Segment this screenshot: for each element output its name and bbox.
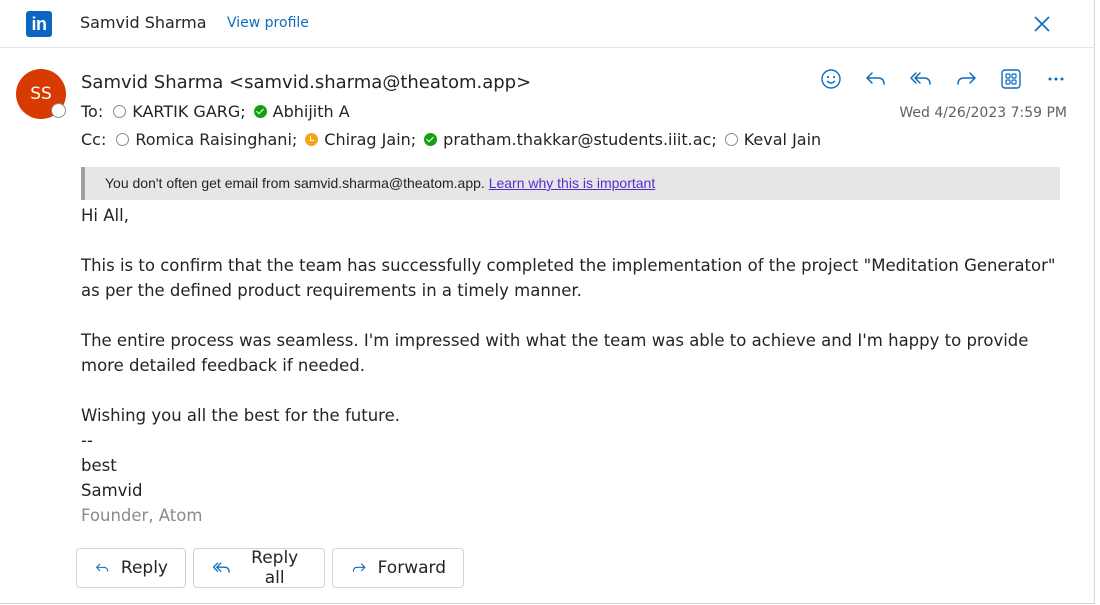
emoji-icon[interactable] [818,66,844,92]
presence-offline-icon [116,133,130,146]
view-profile-link[interactable]: View profile [227,15,309,31]
recipient[interactable]: Chirag Jain; [305,130,416,149]
body-line: more detailed feedback if needed. [81,356,366,375]
recipient[interactable]: Romica Raisinghani; [116,130,297,149]
action-bar: Reply Reply all Forward [76,548,464,588]
to-line: To: KARTIK GARG; Abhijith A [81,102,358,121]
presence-away-icon [305,133,319,146]
presence-offline-icon [51,103,66,118]
linkedin-logo-icon: in [26,11,52,37]
signature-name: Samvid [81,481,143,500]
profile-header: in Samvid Sharma View profile [0,0,1095,48]
recipient[interactable]: KARTIK GARG; [113,102,246,121]
recipient-name: KARTIK GARG; [132,102,246,121]
apps-icon[interactable] [998,66,1024,92]
reply-all-button[interactable]: Reply all [193,548,325,588]
reply-all-button-label: Reply all [251,548,299,588]
recipient[interactable]: pratham.thakkar@students.iiit.ac; [424,130,717,149]
to-label: To: [81,102,104,121]
signature-closing: best [81,456,117,475]
signature-title: Founder, Atom [81,506,203,525]
banner-text: You don't often get email from samvid.sh… [105,175,485,191]
presence-available-icon [424,133,438,146]
reply-all-icon [212,562,230,573]
presence-available-icon [253,105,267,118]
recipient-name: Chirag Jain; [324,130,417,149]
reply-all-icon[interactable] [908,66,934,92]
presence-offline-icon [113,105,127,118]
presence-offline-icon [724,133,738,146]
body-line: as per the defined product requirements … [81,281,582,300]
sent-date: Wed 4/26/2023 7:59 PM [899,105,1067,121]
recipient-name: Abhijith A [272,102,350,121]
cc-label: Cc: [81,130,107,149]
body-line: This is to confirm that the team has suc… [81,256,1056,275]
cc-line: Cc: Romica Raisinghani; Chirag Jain; pra… [81,130,829,149]
close-icon[interactable] [1032,14,1052,34]
reply-icon[interactable] [863,66,889,92]
recipient-name: Keval Jain [743,130,822,149]
profile-name: Samvid Sharma [80,13,207,32]
signature-separator: -- [81,431,93,450]
recipient[interactable]: Abhijith A [253,102,350,121]
more-icon[interactable] [1043,66,1069,92]
forward-button[interactable]: Forward [332,548,464,588]
body-line: The entire process was seamless. I'm imp… [81,331,1029,350]
reply-icon [96,563,109,572]
learn-why-link[interactable]: Learn why this is important [489,175,656,191]
external-sender-banner: You don't often get email from samvid.sh… [81,167,1060,200]
recipient[interactable]: Keval Jain [724,130,822,149]
forward-icon[interactable] [953,66,979,92]
greeting: Hi All, [81,206,129,225]
reply-button-label: Reply [120,558,168,578]
forward-icon [352,563,366,572]
reply-button[interactable]: Reply [76,548,186,588]
message-body: Hi All, This is to confirm that the team… [81,203,1071,528]
forward-button-label: Forward [377,558,446,578]
recipient-name: pratham.thakkar@students.iiit.ac; [443,130,717,149]
sender-from[interactable]: Samvid Sharma <samvid.sharma@theatom.app… [81,72,531,93]
body-line: Wishing you all the best for the future. [81,406,400,425]
recipient-name: Romica Raisinghani; [135,130,298,149]
